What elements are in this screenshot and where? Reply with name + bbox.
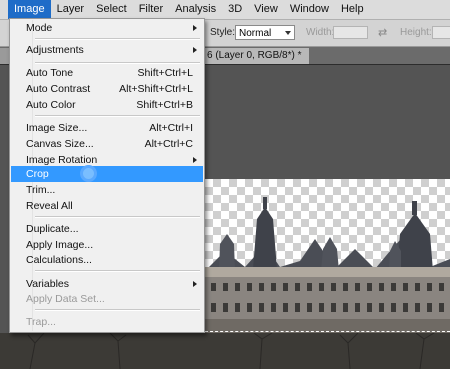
menu-item-trim[interactable]: Trim... xyxy=(11,182,203,198)
menu-item-auto-color[interactable]: Auto Color Shift+Ctrl+B xyxy=(11,97,203,113)
menu-item-variables[interactable]: Variables xyxy=(11,276,203,292)
height-label: Height: xyxy=(400,27,432,38)
menu-item-label: Adjustments xyxy=(26,44,84,56)
menu-separator xyxy=(35,38,200,40)
menu-item-label: Auto Contrast xyxy=(26,83,91,95)
menu-separator xyxy=(35,216,200,218)
menu-item-trap: Trap... xyxy=(11,314,203,330)
menu-item-image-size[interactable]: Image Size... Alt+Ctrl+I xyxy=(11,120,203,136)
menu-item-label: Variables xyxy=(26,278,69,290)
menu-item-apply-image[interactable]: Apply Image... xyxy=(11,237,203,253)
menu-item-shortcut: Alt+Shift+Ctrl+L xyxy=(119,83,193,95)
menu-item-shortcut: Shift+Ctrl+L xyxy=(137,67,193,79)
menu-item-shortcut: Alt+Ctrl+I xyxy=(149,122,193,134)
menu-separator xyxy=(35,62,200,64)
style-select[interactable]: Normal xyxy=(235,25,295,40)
document-canvas[interactable] xyxy=(205,179,450,334)
menu-item-canvas-size[interactable]: Canvas Size... Alt+Ctrl+C xyxy=(11,136,203,152)
style-value: Normal xyxy=(239,28,272,39)
chevron-right-icon xyxy=(193,47,197,53)
menu-3d[interactable]: 3D xyxy=(222,0,248,19)
style-label: Style: xyxy=(210,27,236,38)
busy-cursor-icon xyxy=(80,165,97,182)
menu-item-label: Crop xyxy=(26,168,49,180)
menu-filter[interactable]: Filter xyxy=(133,0,169,19)
building-image xyxy=(205,197,450,334)
menu-separator xyxy=(35,309,200,311)
selection-marquee xyxy=(205,331,450,332)
chevron-right-icon xyxy=(193,281,197,287)
menu-item-label: Calculations... xyxy=(26,254,92,266)
menu-item-label: Apply Image... xyxy=(26,239,94,251)
image-menu-dropdown: Mode Adjustments Auto Tone Shift+Ctrl+L … xyxy=(9,18,205,333)
trees-silhouette xyxy=(27,333,435,369)
menu-bar: Image Layer Select Filter Analysis 3D Vi… xyxy=(0,0,450,20)
menu-item-adjustments[interactable]: Adjustments xyxy=(11,42,203,58)
menu-item-auto-tone[interactable]: Auto Tone Shift+Ctrl+L xyxy=(11,65,203,81)
width-field[interactable] xyxy=(333,26,368,39)
menu-separator xyxy=(35,115,200,117)
menu-item-label: Image Size... xyxy=(26,122,88,134)
menu-item-label: Auto Tone xyxy=(26,67,74,79)
menu-help[interactable]: Help xyxy=(335,0,370,19)
menu-view[interactable]: View xyxy=(248,0,284,19)
menu-window[interactable]: Window xyxy=(284,0,335,19)
height-field[interactable] xyxy=(432,26,450,39)
menu-item-label: Duplicate... xyxy=(26,223,79,235)
menu-item-label: Mode xyxy=(26,22,53,34)
menu-item-apply-data-set: Apply Data Set... xyxy=(11,291,203,307)
menu-item-label: Apply Data Set... xyxy=(26,293,105,305)
menu-layer[interactable]: Layer xyxy=(51,0,91,19)
swap-arrows-icon[interactable]: ⇄ xyxy=(378,26,387,39)
menu-image[interactable]: Image xyxy=(8,0,51,19)
width-label: Width: xyxy=(306,27,335,38)
menu-select[interactable]: Select xyxy=(90,0,133,19)
menu-item-reveal-all[interactable]: Reveal All xyxy=(11,198,203,214)
menu-item-calculations[interactable]: Calculations... xyxy=(11,252,203,268)
document-tab[interactable]: 6 (Layer 0, RGB/8*) * xyxy=(200,48,310,64)
menu-analysis[interactable]: Analysis xyxy=(169,0,222,19)
chevron-right-icon xyxy=(193,157,197,163)
menu-item-crop[interactable]: Crop xyxy=(11,166,203,182)
menu-item-auto-contrast[interactable]: Auto Contrast Alt+Shift+Ctrl+L xyxy=(11,81,203,97)
menu-item-label: Auto Color xyxy=(26,99,76,111)
chevron-right-icon xyxy=(193,25,197,31)
menu-item-shortcut: Alt+Ctrl+C xyxy=(144,138,193,150)
menu-item-duplicate[interactable]: Duplicate... xyxy=(11,221,203,237)
menu-item-mode[interactable]: Mode xyxy=(11,20,203,36)
menu-item-label: Canvas Size... xyxy=(26,138,94,150)
menu-item-shortcut: Shift+Ctrl+B xyxy=(136,99,193,111)
menu-item-label: Trap... xyxy=(26,316,56,328)
menu-item-label: Reveal All xyxy=(26,200,73,212)
chevron-down-icon xyxy=(285,31,291,35)
menu-item-label: Trim... xyxy=(26,184,56,196)
menu-separator xyxy=(35,270,200,272)
